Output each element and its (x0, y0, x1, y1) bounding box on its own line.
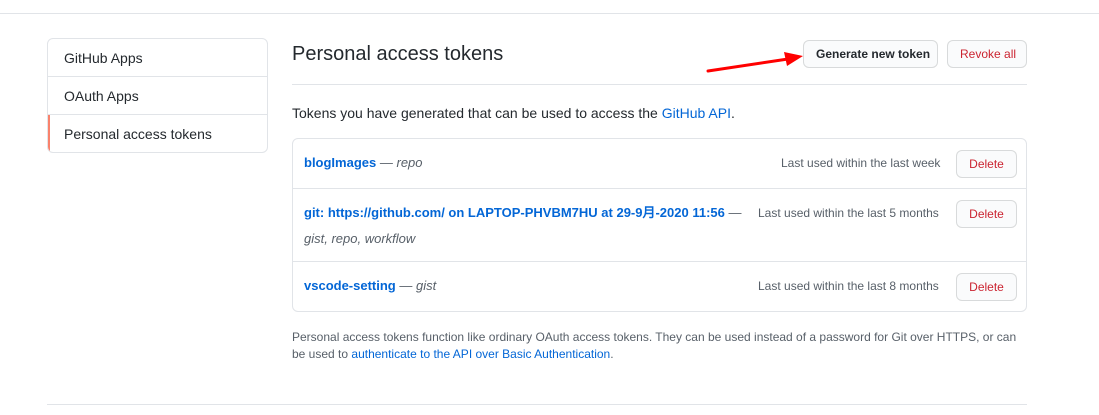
token-description: git: https://github.com/ on LAPTOP-PHVBM… (304, 200, 759, 252)
token-name-link[interactable]: git: https://github.com/ on LAPTOP-PHVBM… (304, 205, 725, 220)
token-description: blogImages — repo (304, 150, 423, 176)
token-list: blogImages — repo Last used within the l… (292, 138, 1027, 312)
token-separator: — (724, 205, 742, 220)
delete-token-button[interactable]: Delete (956, 273, 1017, 301)
token-row: blogImages — repo Last used within the l… (293, 139, 1026, 189)
footnote-text: Personal access tokens function like ord… (292, 329, 1027, 363)
token-separator: — (395, 278, 416, 293)
revoke-all-button[interactable]: Revoke all (947, 40, 1027, 68)
token-separator: — (376, 155, 397, 170)
intro-text-before: Tokens you have generated that can be us… (292, 105, 662, 121)
page-title: Personal access tokens (292, 43, 504, 65)
token-row: git: https://github.com/ on LAPTOP-PHVBM… (293, 189, 1026, 262)
token-description: vscode-setting — gist (304, 273, 436, 299)
token-scopes: gist (415, 278, 437, 293)
token-scopes: repo (396, 155, 423, 170)
bottom-divider (47, 404, 1027, 405)
sidebar-item-oauth-apps[interactable]: OAuth Apps (48, 77, 267, 115)
delete-token-button[interactable]: Delete (956, 200, 1017, 228)
github-api-link[interactable]: GitHub API (662, 105, 731, 121)
token-last-used: Last used within the last week (779, 156, 941, 170)
footnote-text-after: . (610, 347, 614, 361)
header-divider (292, 84, 1027, 85)
delete-token-button[interactable]: Delete (956, 150, 1017, 178)
sidebar-item-personal-access-tokens[interactable]: Personal access tokens (48, 115, 267, 152)
top-divider (0, 13, 1099, 14)
sidebar-item-github-apps[interactable]: GitHub Apps (48, 39, 267, 77)
generate-new-token-button[interactable]: Generate new token (803, 40, 938, 68)
settings-sidebar: GitHub Apps OAuth Apps Personal access t… (47, 38, 268, 153)
token-name-link[interactable]: vscode-setting (304, 278, 396, 293)
token-last-used: Last used within the last 8 months (756, 279, 939, 293)
intro-text: Tokens you have generated that can be us… (292, 104, 735, 122)
red-arrow-icon (706, 52, 803, 73)
token-name-link[interactable]: blogImages (304, 155, 376, 170)
token-scopes: gist, repo, workflow (304, 231, 416, 246)
token-row: vscode-setting — gist Last used within t… (293, 262, 1026, 312)
token-last-used: Last used within the last 5 months (756, 206, 939, 220)
basic-auth-link[interactable]: authenticate to the API over Basic Authe… (351, 347, 610, 361)
intro-text-after: . (730, 105, 735, 121)
